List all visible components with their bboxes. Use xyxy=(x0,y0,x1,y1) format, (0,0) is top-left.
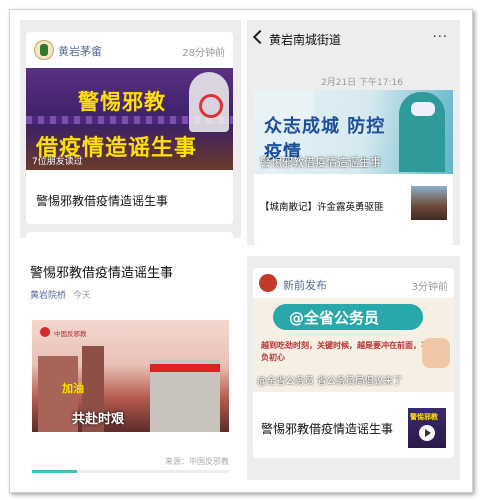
progress-track xyxy=(32,470,229,473)
banner-caption: 警惕邪教借疫情造谣生事 xyxy=(260,156,381,169)
article-title: 警惕邪教借疫情造谣生事 xyxy=(30,266,174,281)
progress-fill xyxy=(32,470,77,473)
video-player[interactable]: 中国反邪教 加油 共赴时艰 xyxy=(32,320,229,432)
author-name[interactable]: 黄岩院桥 xyxy=(30,291,66,301)
nav-bar: 黄岩南城街道 ··· xyxy=(247,20,460,58)
article-banner[interactable]: 众志成城 防控疫情 警惕邪教借疫情造谣生事 xyxy=(254,90,453,174)
thumb-text: 警惕邪教 xyxy=(410,413,438,421)
account-name[interactable]: 新前发布 xyxy=(283,277,327,293)
leaf-icon xyxy=(40,44,48,56)
red-cross-icon xyxy=(199,94,223,118)
account-avatar xyxy=(259,274,277,292)
play-triangle xyxy=(425,429,431,437)
byline: 黄岩院桥 今天 xyxy=(30,288,91,301)
publish-date: 今天 xyxy=(72,291,91,301)
back-arrow-icon[interactable] xyxy=(252,29,268,45)
article-card[interactable]: 众志成城 防控疫情 警惕邪教借疫情造谣生事 【城南散记】许金露英勇驱匪 xyxy=(254,90,453,245)
post-time: 28分钟前 xyxy=(182,48,225,59)
feed-panel-xinqian: 新前发布 3分钟前 @全省公务员 越到吃劲时刻，关键时候，越是要冲在前面，不负初… xyxy=(247,256,460,480)
play-icon[interactable] xyxy=(419,425,435,441)
video-caption: 共赴时艰 xyxy=(72,412,125,427)
article-title[interactable]: 警惕邪教借疫情造谣生事 xyxy=(36,192,168,209)
feed-panel-maoshe: 黄岩茅畲 28分钟前 警惕邪教 借疫情造谣生事 7位朋友读过 警惕邪教借疫情造谣… xyxy=(20,20,241,243)
mask-icon xyxy=(411,102,435,116)
brand-logo-icon xyxy=(40,327,50,337)
handwriting-text: 越到吃劲时刻，关键时候，越是要冲在前面，不负初心 xyxy=(261,341,429,362)
account-panel-nancheng: 黄岩南城街道 ··· 2月21日 下午17:16 众志成城 防控疫情 警惕邪教借… xyxy=(247,20,460,245)
sign-text: 加油 xyxy=(62,382,84,395)
hand-figure xyxy=(422,338,450,368)
readers-count: 7位朋友读过 xyxy=(32,157,83,167)
article-card[interactable]: 黄岩茅畲 28分钟前 警惕邪教 借疫情造谣生事 7位朋友读过 警惕邪教借疫情造谣… xyxy=(26,32,233,224)
video-brand: 中国反邪教 xyxy=(54,330,87,338)
headline-line1: 警惕邪教 xyxy=(78,90,166,114)
article-card[interactable]: 新前发布 3分钟前 @全省公务员 越到吃劲时刻，关键时候，越是要冲在前面，不负初… xyxy=(253,268,454,458)
message-datetime: 2月21日 下午17:16 xyxy=(321,78,403,88)
account-name[interactable]: 黄岩茅畲 xyxy=(58,43,102,59)
list-item-thumbnail[interactable] xyxy=(411,186,447,220)
banner-title: @全省公务员 xyxy=(289,309,380,327)
more-icon[interactable]: ··· xyxy=(433,30,448,45)
nav-title: 黄岩南城街道 xyxy=(269,33,342,47)
article-panel-yuanqiao: 警惕邪教借疫情造谣生事 黄岩院桥 今天 中国反邪教 加油 共赴时艰 来源：中国反… xyxy=(20,238,241,480)
article-banner[interactable]: @全省公务员 越到吃劲时刻，关键时候，越是要冲在前面，不负初心 @全省公务员 省… xyxy=(253,298,454,392)
account-avatar xyxy=(34,40,54,60)
hospital-sign xyxy=(150,364,220,372)
article-title[interactable]: 警惕邪教借疫情造谣生事 xyxy=(261,420,393,437)
list-item-text[interactable]: 【城南散记】许金露英勇驱匪 xyxy=(260,199,384,213)
banner-caption: @全省公务员 省公务员局倡议来了 xyxy=(257,376,403,387)
video-thumbnail[interactable]: 警惕邪教 xyxy=(408,408,446,448)
article-banner[interactable]: 警惕邪教 借疫情造谣生事 7位朋友读过 xyxy=(26,68,233,170)
source-text: 来源：中国反邪教 xyxy=(165,457,229,466)
post-time: 3分钟前 xyxy=(411,282,448,293)
